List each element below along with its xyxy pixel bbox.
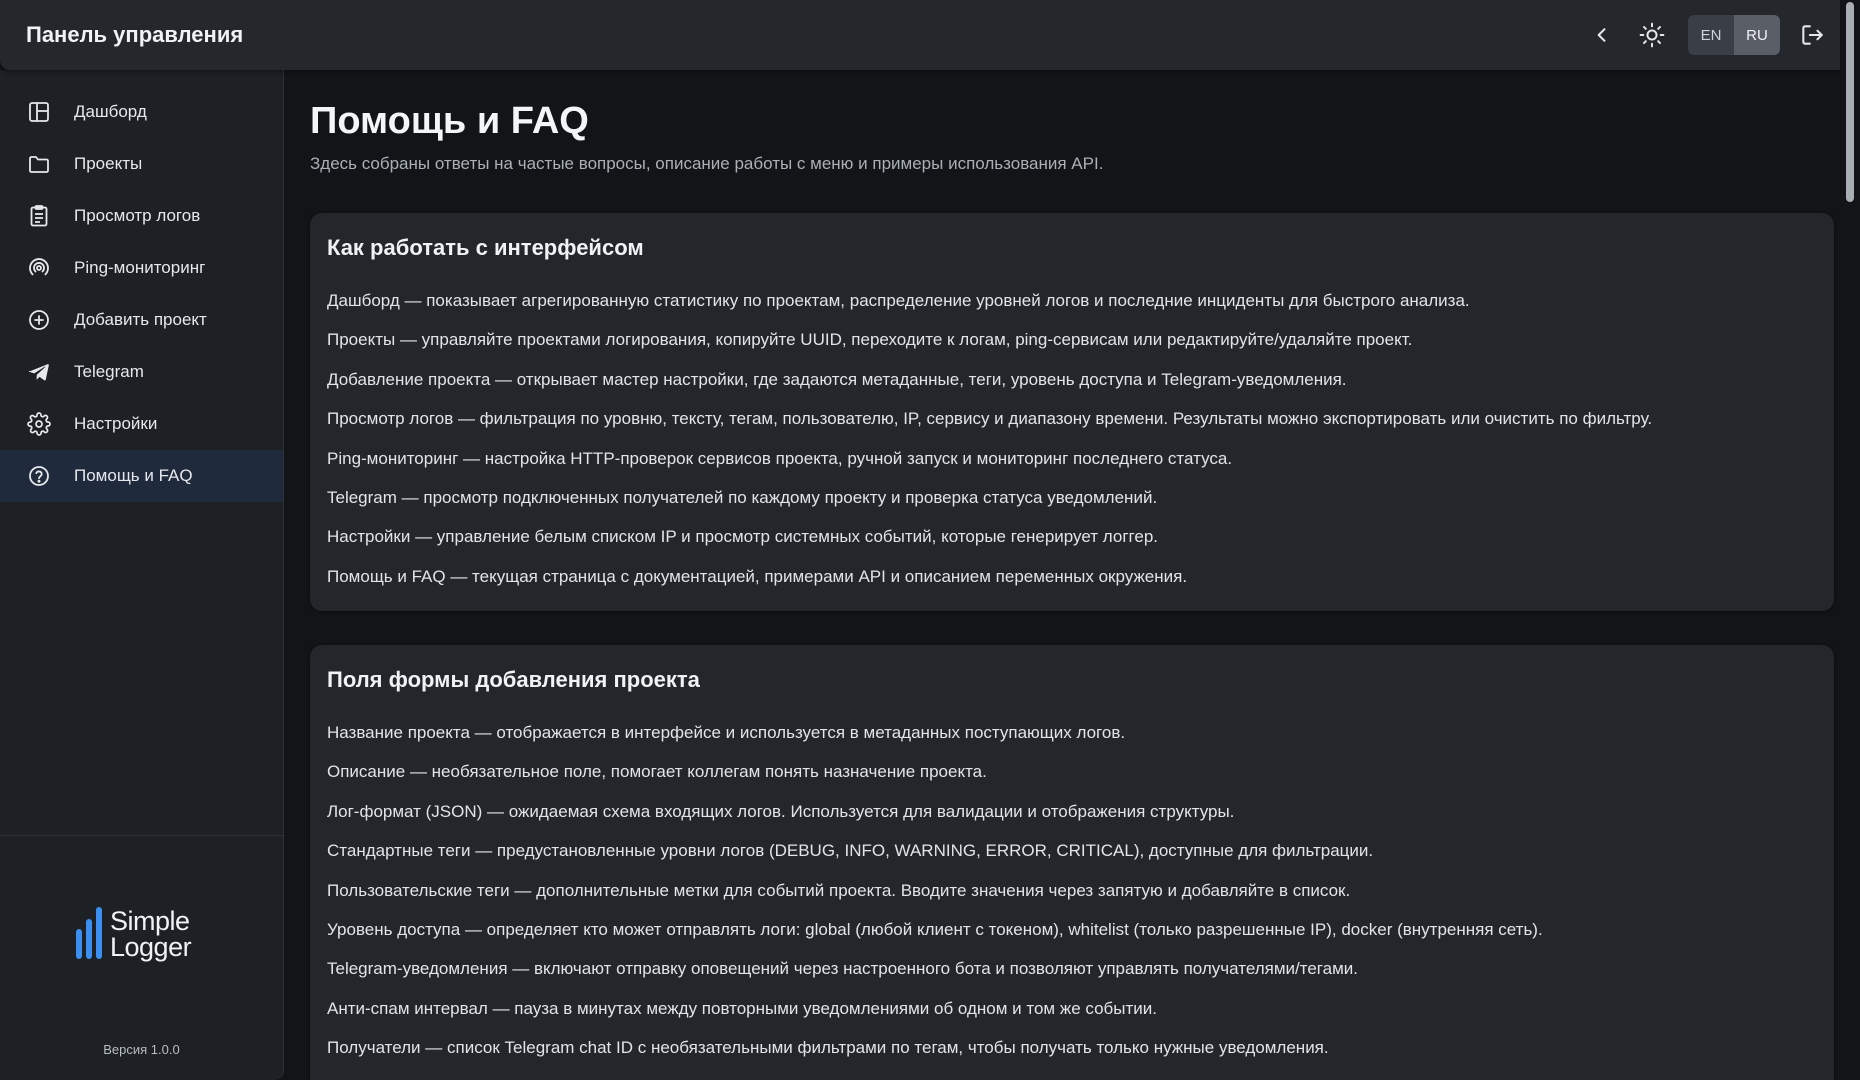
faq-item: Telegram-уведомления — включают отправку… (327, 959, 1358, 979)
sidebar-item-dashboard[interactable]: Дашборд (0, 86, 283, 138)
scrollbar-thumb[interactable] (1846, 2, 1854, 202)
sidebar-divider (0, 835, 283, 836)
sidebar-item-label: Просмотр логов (74, 206, 201, 225)
sidebar-item-label: Добавить проект (74, 310, 207, 329)
lang-ru-button[interactable]: RU (1734, 15, 1780, 55)
clipboard-list-icon (26, 203, 52, 229)
faq-item: Режим отладки — отключает Telegram-уведо… (327, 1068, 1817, 1080)
sidebar-item-ping-monitoring[interactable]: Ping-мониторинг (0, 242, 283, 294)
faq-item: Настройки — управление белым списком IP … (327, 527, 1158, 547)
faq-item: Получатели — список Telegram chat ID с н… (327, 1038, 1329, 1058)
page-scrollbar[interactable] (1840, 0, 1860, 1080)
broadcast-icon (26, 255, 52, 281)
section-title: Поля формы добавления проекта (327, 667, 700, 692)
faq-item: Лог-формат (JSON) — ожидаемая схема вход… (327, 801, 1235, 821)
brand-name-line1: Simple (110, 906, 190, 936)
page-subtitle: Здесь собраны ответы на частые вопросы, … (310, 154, 1104, 173)
dashboard-icon (26, 99, 52, 125)
faq-item: Название проекта — отображается в интерф… (327, 723, 1126, 742)
faq-item: Пользовательские теги — дополнительные м… (327, 880, 1351, 900)
sun-icon (1639, 22, 1665, 48)
sidebar-item-add-project[interactable]: Добавить проект (0, 294, 283, 346)
chevron-left-icon (1597, 28, 1606, 42)
sidebar: Дашборд Проекты Просмотр логов Ping-мони… (0, 70, 284, 1080)
app-title: Панель управления (26, 22, 244, 47)
gear-icon (26, 411, 52, 437)
sidebar-item-help-faq[interactable]: Помощь и FAQ (0, 450, 283, 502)
header-actions: EN RU (1580, 13, 1834, 57)
faq-item: Уровень доступа — определяет кто может о… (327, 919, 1543, 939)
sidebar-item-telegram[interactable]: Telegram (0, 346, 283, 398)
sidebar-item-label: Ping-мониторинг (74, 258, 206, 277)
brand-name-line2: Logger (110, 932, 192, 962)
sidebar-nav: Дашборд Проекты Просмотр логов Ping-мони… (0, 70, 283, 502)
faq-item: Проекты — управляйте проектами логирован… (327, 330, 1413, 350)
sidebar-item-label: Telegram (74, 362, 144, 381)
faq-section-project-form: Поля формы добавления проекта Название п… (310, 645, 1834, 1080)
sidebar-item-label: Дашборд (74, 102, 147, 121)
telegram-icon (26, 359, 52, 385)
theme-toggle-button[interactable] (1630, 13, 1674, 57)
faq-item: Стандартные теги — предустановленные уро… (327, 841, 1374, 861)
sidebar-item-settings[interactable]: Настройки (0, 398, 283, 450)
faq-item: Дашборд — показывает агрегированную стат… (327, 291, 1470, 310)
sidebar-item-logs[interactable]: Просмотр логов (0, 190, 283, 242)
folder-icon (26, 151, 52, 177)
faq-item: Ping-мониторинг — настройка HTTP-проверо… (327, 448, 1233, 468)
faq-item: Просмотр логов — фильтрация по уровню, т… (327, 409, 1653, 429)
logout-button[interactable] (1790, 13, 1834, 57)
sidebar-item-label: Настройки (74, 414, 158, 433)
faq-item: Помощь и FAQ — текущая страница с докуме… (327, 566, 1188, 586)
top-bar: Панель управления EN RU (0, 0, 1860, 70)
page-title: Помощь и FAQ (310, 100, 589, 142)
sidebar-item-projects[interactable]: Проекты (0, 138, 283, 190)
sidebar-item-label: Помощь и FAQ (74, 466, 193, 485)
logout-icon (1802, 25, 1823, 45)
brand-logo: Simple Logger (76, 906, 192, 962)
language-switch: EN RU (1688, 15, 1780, 55)
app-root: Панель управления EN RU Дашборд Проекты … (0, 0, 1860, 1080)
faq-section-interface: Как работать с интерфейсом Дашборд — пок… (310, 213, 1834, 611)
version-label: Версия 1.0.0 (103, 1042, 180, 1057)
sidebar-item-label: Проекты (74, 154, 143, 173)
main-content: Помощь и FAQ Здесь собраны ответы на час… (284, 70, 1840, 1080)
faq-item: Добавление проекта — открывает мастер на… (327, 369, 1347, 389)
help-circle-icon (26, 463, 52, 489)
logo-bars-icon (76, 907, 102, 959)
collapse-sidebar-button[interactable] (1580, 13, 1624, 57)
plus-circle-icon (26, 307, 52, 333)
section-title: Как работать с интерфейсом (327, 235, 644, 260)
faq-item: Описание — необязательное поле, помогает… (327, 762, 987, 782)
lang-en-button[interactable]: EN (1688, 15, 1734, 55)
brand-name: Simple Logger (110, 906, 192, 962)
faq-item: Анти-спам интервал — пауза в минутах меж… (327, 998, 1157, 1018)
faq-item: Telegram — просмотр подключенных получат… (327, 487, 1158, 507)
